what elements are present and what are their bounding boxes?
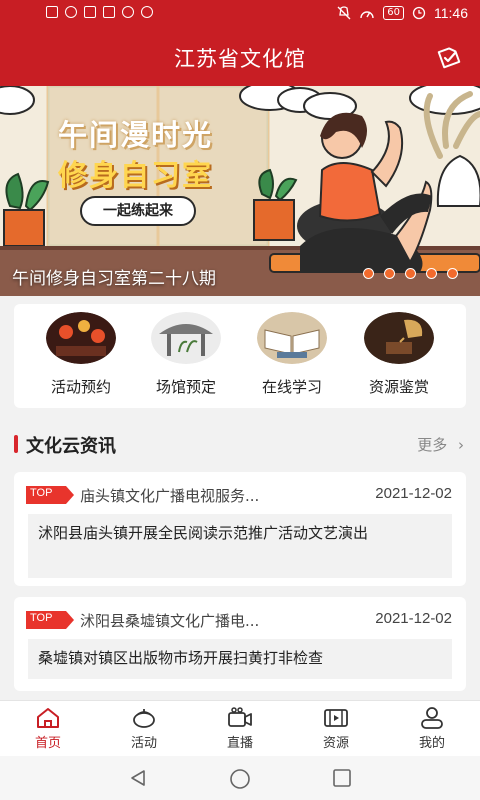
quick-item-venue-booking[interactable]: 场馆预定	[146, 312, 226, 397]
home-icon	[37, 708, 59, 728]
user-icon	[421, 707, 443, 729]
notification-icon	[122, 6, 134, 18]
tab-label: 首页	[34, 736, 61, 751]
news-card[interactable]: TOP 庙头镇文化广播电视服务... 2021-12-02 沭阳县庙头镇开展全民…	[14, 472, 466, 586]
app-header: 江苏省文化馆	[0, 28, 480, 86]
status-bar: 60 11:46	[0, 0, 480, 28]
live-camera-icon	[228, 707, 252, 727]
carousel-indicator[interactable]	[363, 268, 458, 279]
banner-carousel[interactable]: 午间漫时光 修身自习室 一起练起来 午间修身自习室第二十八期	[0, 86, 480, 296]
notification-icon	[141, 6, 153, 18]
section-title: 文化云资讯	[26, 436, 116, 457]
tab-resources[interactable]: 资源	[306, 707, 366, 751]
clock-icon	[412, 6, 426, 20]
notification-icon	[65, 6, 77, 18]
bottom-tab-bar: 首页 活动 直播 资源 我的	[0, 700, 480, 756]
news-headline: 桑墟镇对镇区出版物市场开展扫黄打非检查	[28, 639, 452, 679]
notification-icon	[103, 6, 115, 18]
mute-icon	[337, 6, 351, 20]
tab-label: 活动	[130, 736, 157, 751]
film-icon	[324, 709, 348, 727]
tab-live[interactable]: 直播	[210, 707, 270, 751]
banner-headline-2: 修身自习室	[58, 158, 214, 192]
notification-icons	[46, 6, 153, 18]
more-label: 更多	[417, 436, 448, 454]
carousel-dot[interactable]	[363, 268, 374, 279]
banner-caption: 午间修身自习室第二十八期	[12, 269, 216, 289]
back-icon[interactable]	[128, 768, 148, 788]
chevron-right-icon: ›	[458, 436, 464, 454]
tab-label: 资源	[322, 736, 349, 751]
system-nav-bar	[0, 756, 480, 800]
speed-icon	[360, 11, 374, 19]
quick-item-resource-appreciation[interactable]: 资源鉴赏	[359, 312, 439, 397]
quick-item-activity-booking[interactable]: 活动预约	[41, 312, 121, 397]
news-date: 2021-12-02	[375, 610, 452, 627]
tab-label: 我的	[418, 736, 445, 751]
more-link[interactable]: 更多 ›	[417, 434, 464, 455]
battery-indicator: 60	[383, 6, 404, 20]
quick-item-label: 资源鉴赏	[368, 378, 429, 396]
section-accent-bar	[14, 435, 18, 453]
notification-icon	[84, 6, 96, 18]
status-time: 11:46	[434, 5, 468, 21]
news-source: 沭阳县桑墟镇文化广播电...	[80, 612, 260, 630]
sign-in-icon[interactable]	[436, 44, 462, 70]
top-tag-label: TOP	[30, 612, 53, 624]
activity-icon	[133, 709, 155, 728]
home-circle-icon[interactable]	[229, 768, 251, 790]
banner-cta-button[interactable]: 一起练起来	[80, 196, 196, 226]
news-date: 2021-12-02	[375, 485, 452, 502]
carousel-dot[interactable]	[405, 268, 416, 279]
carousel-dot[interactable]	[447, 268, 458, 279]
open-book-icon	[257, 312, 327, 364]
page-title: 江苏省文化馆	[174, 47, 306, 71]
carousel-dot[interactable]	[384, 268, 395, 279]
pavilion-icon	[151, 312, 221, 364]
lantern-street-icon	[46, 312, 116, 364]
recent-apps-icon[interactable]	[332, 768, 352, 788]
tab-home[interactable]: 首页	[18, 707, 78, 751]
quick-item-label: 活动预约	[50, 378, 111, 396]
top-tag-label: TOP	[30, 487, 53, 499]
news-headline: 沭阳县庙头镇开展全民阅读示范推广活动文艺演出	[28, 514, 452, 578]
tab-activity[interactable]: 活动	[114, 707, 174, 751]
quick-item-label: 场馆预定	[155, 378, 216, 396]
banner-headline-1: 午间漫时光	[58, 118, 214, 152]
quick-menu: 活动预约 场馆预定 在线学习 资源鉴赏	[14, 304, 466, 408]
tab-label: 直播	[226, 736, 253, 751]
tab-mine[interactable]: 我的	[402, 707, 462, 751]
notification-icon	[46, 6, 58, 18]
carousel-dot[interactable]	[426, 268, 437, 279]
quick-item-online-learning[interactable]: 在线学习	[252, 312, 332, 397]
news-card[interactable]: TOP 沭阳县桑墟镇文化广播电... 2021-12-02 桑墟镇对镇区出版物市…	[14, 597, 466, 691]
gramophone-icon	[364, 312, 434, 364]
quick-item-label: 在线学习	[261, 378, 322, 396]
news-source: 庙头镇文化广播电视服务...	[80, 487, 260, 505]
